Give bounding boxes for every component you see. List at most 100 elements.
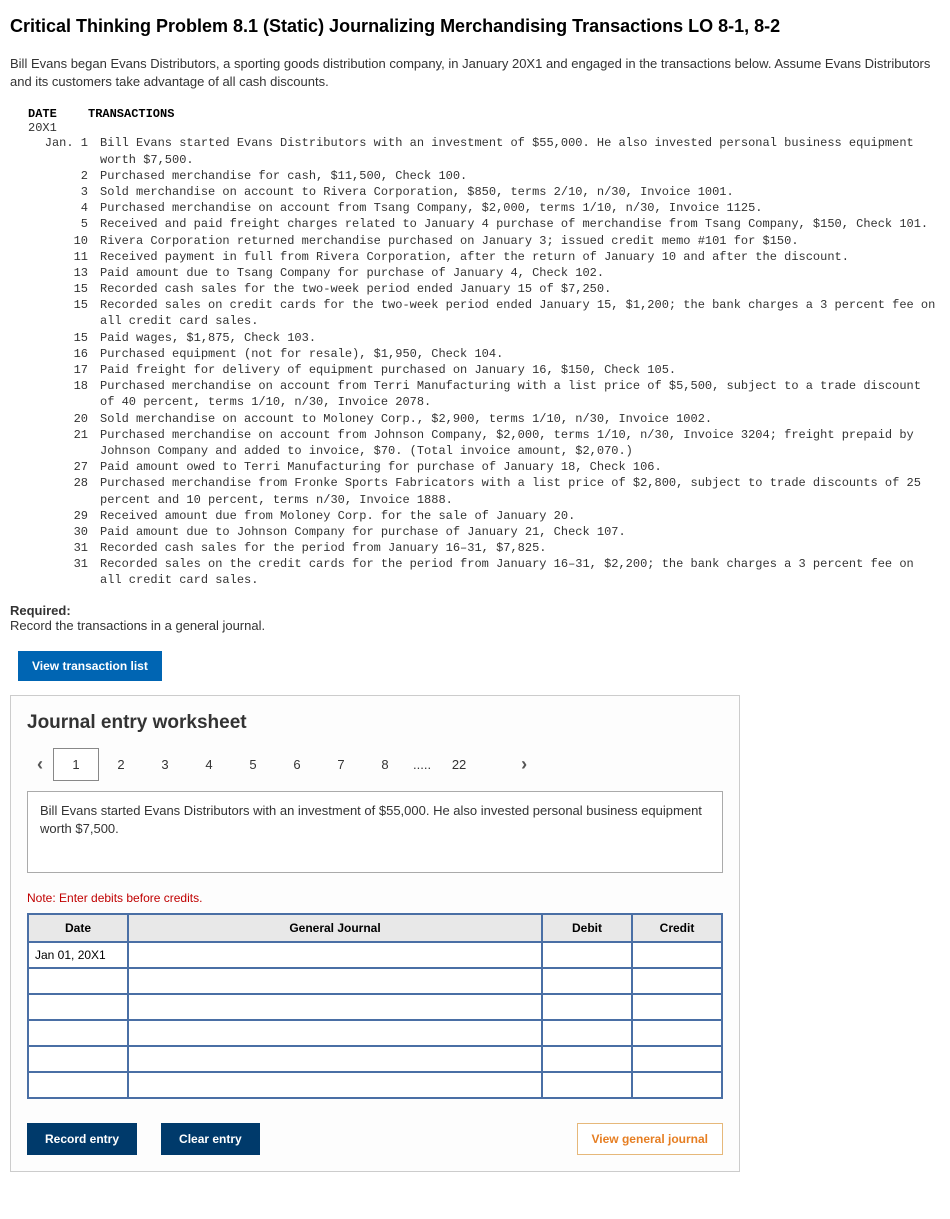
table-row: [28, 942, 722, 968]
th-general-journal: General Journal: [128, 914, 542, 942]
worksheet-pager: ‹ 12345678 ..... 22 ›: [27, 748, 723, 781]
pager-page[interactable]: 7: [319, 749, 363, 780]
account-input[interactable]: [131, 946, 539, 964]
debit-input[interactable]: [545, 1050, 629, 1068]
transaction-row: 31Recorded cash sales for the period fro…: [28, 540, 940, 556]
account-input[interactable]: [131, 1050, 539, 1068]
record-entry-button[interactable]: Record entry: [27, 1123, 137, 1155]
account-input[interactable]: [131, 972, 539, 990]
debit-input[interactable]: [545, 998, 629, 1016]
tx-date: 30: [28, 524, 100, 540]
required-text: Record the transactions in a general jou…: [10, 618, 940, 633]
pager-next-icon[interactable]: ›: [511, 750, 537, 779]
account-input[interactable]: [131, 1076, 539, 1094]
tx-date: 28: [28, 475, 100, 507]
debit-input[interactable]: [545, 1024, 629, 1042]
transaction-row: 15Recorded cash sales for the two-week p…: [28, 281, 940, 297]
transaction-row: 30Paid amount due to Johnson Company for…: [28, 524, 940, 540]
tx-date: 2: [28, 168, 100, 184]
tx-date: 16: [28, 346, 100, 362]
tx-date: 15: [28, 281, 100, 297]
transaction-row: 15Recorded sales on credit cards for the…: [28, 297, 940, 329]
tx-text: Purchased equipment (not for resale), $1…: [100, 346, 940, 362]
credit-input[interactable]: [635, 1076, 719, 1094]
th-transactions: TRANSACTIONS: [88, 107, 174, 121]
pager-page[interactable]: 1: [53, 748, 99, 781]
tx-date: 4: [28, 200, 100, 216]
clear-entry-button[interactable]: Clear entry: [161, 1123, 260, 1155]
tx-text: Recorded cash sales for the period from …: [100, 540, 940, 556]
tx-date: 27: [28, 459, 100, 475]
intro-text: Bill Evans began Evans Distributors, a s…: [10, 55, 940, 91]
tx-date: 17: [28, 362, 100, 378]
tx-date: Jan. 1: [28, 135, 100, 167]
tx-text: Received amount due from Moloney Corp. f…: [100, 508, 940, 524]
tx-text: Recorded sales on the credit cards for t…: [100, 556, 940, 588]
debit-input[interactable]: [545, 1076, 629, 1094]
tx-text: Purchased merchandise on account from Jo…: [100, 427, 940, 459]
pager-ellipsis: .....: [407, 749, 437, 780]
credit-input[interactable]: [635, 946, 719, 964]
transaction-row: 28Purchased merchandise from Fronke Spor…: [28, 475, 940, 507]
pager-page[interactable]: 5: [231, 749, 275, 780]
pager-page[interactable]: 8: [363, 749, 407, 780]
tx-text: Purchased merchandise on account from Ts…: [100, 200, 940, 216]
required-label: Required:: [10, 603, 940, 618]
tx-text: Purchased merchandise from Fronke Sports…: [100, 475, 940, 507]
transaction-row: 29Received amount due from Moloney Corp.…: [28, 508, 940, 524]
debits-before-credits-note: Note: Enter debits before credits.: [27, 891, 723, 905]
pager-page[interactable]: 6: [275, 749, 319, 780]
year-label: 20X1: [10, 121, 940, 135]
pager-page[interactable]: 2: [99, 749, 143, 780]
date-input[interactable]: [31, 972, 125, 990]
date-input[interactable]: [31, 1076, 125, 1094]
table-row: [28, 968, 722, 994]
tx-text: Paid amount due to Johnson Company for p…: [100, 524, 940, 540]
tx-text: Paid wages, $1,875, Check 103.: [100, 330, 940, 346]
transaction-row: 5Received and paid freight charges relat…: [28, 216, 940, 232]
tx-header: DATE TRANSACTIONS: [10, 107, 940, 121]
date-input[interactable]: [31, 946, 125, 964]
th-date: Date: [28, 914, 128, 942]
tx-text: Rivera Corporation returned merchandise …: [100, 233, 940, 249]
date-input[interactable]: [31, 998, 125, 1016]
transaction-row: 15Paid wages, $1,875, Check 103.: [28, 330, 940, 346]
tx-date: 29: [28, 508, 100, 524]
credit-input[interactable]: [635, 1050, 719, 1068]
tx-text: Received payment in full from Rivera Cor…: [100, 249, 940, 265]
debit-input[interactable]: [545, 972, 629, 990]
page-title: Critical Thinking Problem 8.1 (Static) J…: [10, 16, 940, 37]
transaction-row: 27Paid amount owed to Terri Manufacturin…: [28, 459, 940, 475]
pager-page[interactable]: 4: [187, 749, 231, 780]
date-input[interactable]: [31, 1050, 125, 1068]
transaction-row: 10Rivera Corporation returned merchandis…: [28, 233, 940, 249]
transaction-row: 13Paid amount due to Tsang Company for p…: [28, 265, 940, 281]
debit-input[interactable]: [545, 946, 629, 964]
pager-page[interactable]: 3: [143, 749, 187, 780]
account-input[interactable]: [131, 998, 539, 1016]
transaction-row: 18Purchased merchandise on account from …: [28, 378, 940, 410]
transaction-row: 17Paid freight for delivery of equipment…: [28, 362, 940, 378]
credit-input[interactable]: [635, 972, 719, 990]
table-row: [28, 1046, 722, 1072]
th-debit: Debit: [542, 914, 632, 942]
tx-date: 13: [28, 265, 100, 281]
tx-text: Paid amount owed to Terri Manufacturing …: [100, 459, 940, 475]
pager-last-page[interactable]: 22: [437, 749, 481, 780]
credit-input[interactable]: [635, 1024, 719, 1042]
tx-text: Purchased merchandise on account from Te…: [100, 378, 940, 410]
tx-text: Received and paid freight charges relate…: [100, 216, 940, 232]
date-input[interactable]: [31, 1024, 125, 1042]
tx-date: 11: [28, 249, 100, 265]
pager-prev-icon[interactable]: ‹: [27, 750, 53, 779]
tx-text: Purchased merchandise for cash, $11,500,…: [100, 168, 940, 184]
tx-date: 3: [28, 184, 100, 200]
worksheet-title: Journal entry worksheet: [27, 712, 723, 734]
view-transaction-list-button[interactable]: View transaction list: [18, 651, 162, 681]
account-input[interactable]: [131, 1024, 539, 1042]
credit-input[interactable]: [635, 998, 719, 1016]
transaction-row: 16Purchased equipment (not for resale), …: [28, 346, 940, 362]
view-general-journal-button[interactable]: View general journal: [577, 1123, 723, 1155]
transaction-row: 31Recorded sales on the credit cards for…: [28, 556, 940, 588]
tx-text: Bill Evans started Evans Distributors wi…: [100, 135, 940, 167]
